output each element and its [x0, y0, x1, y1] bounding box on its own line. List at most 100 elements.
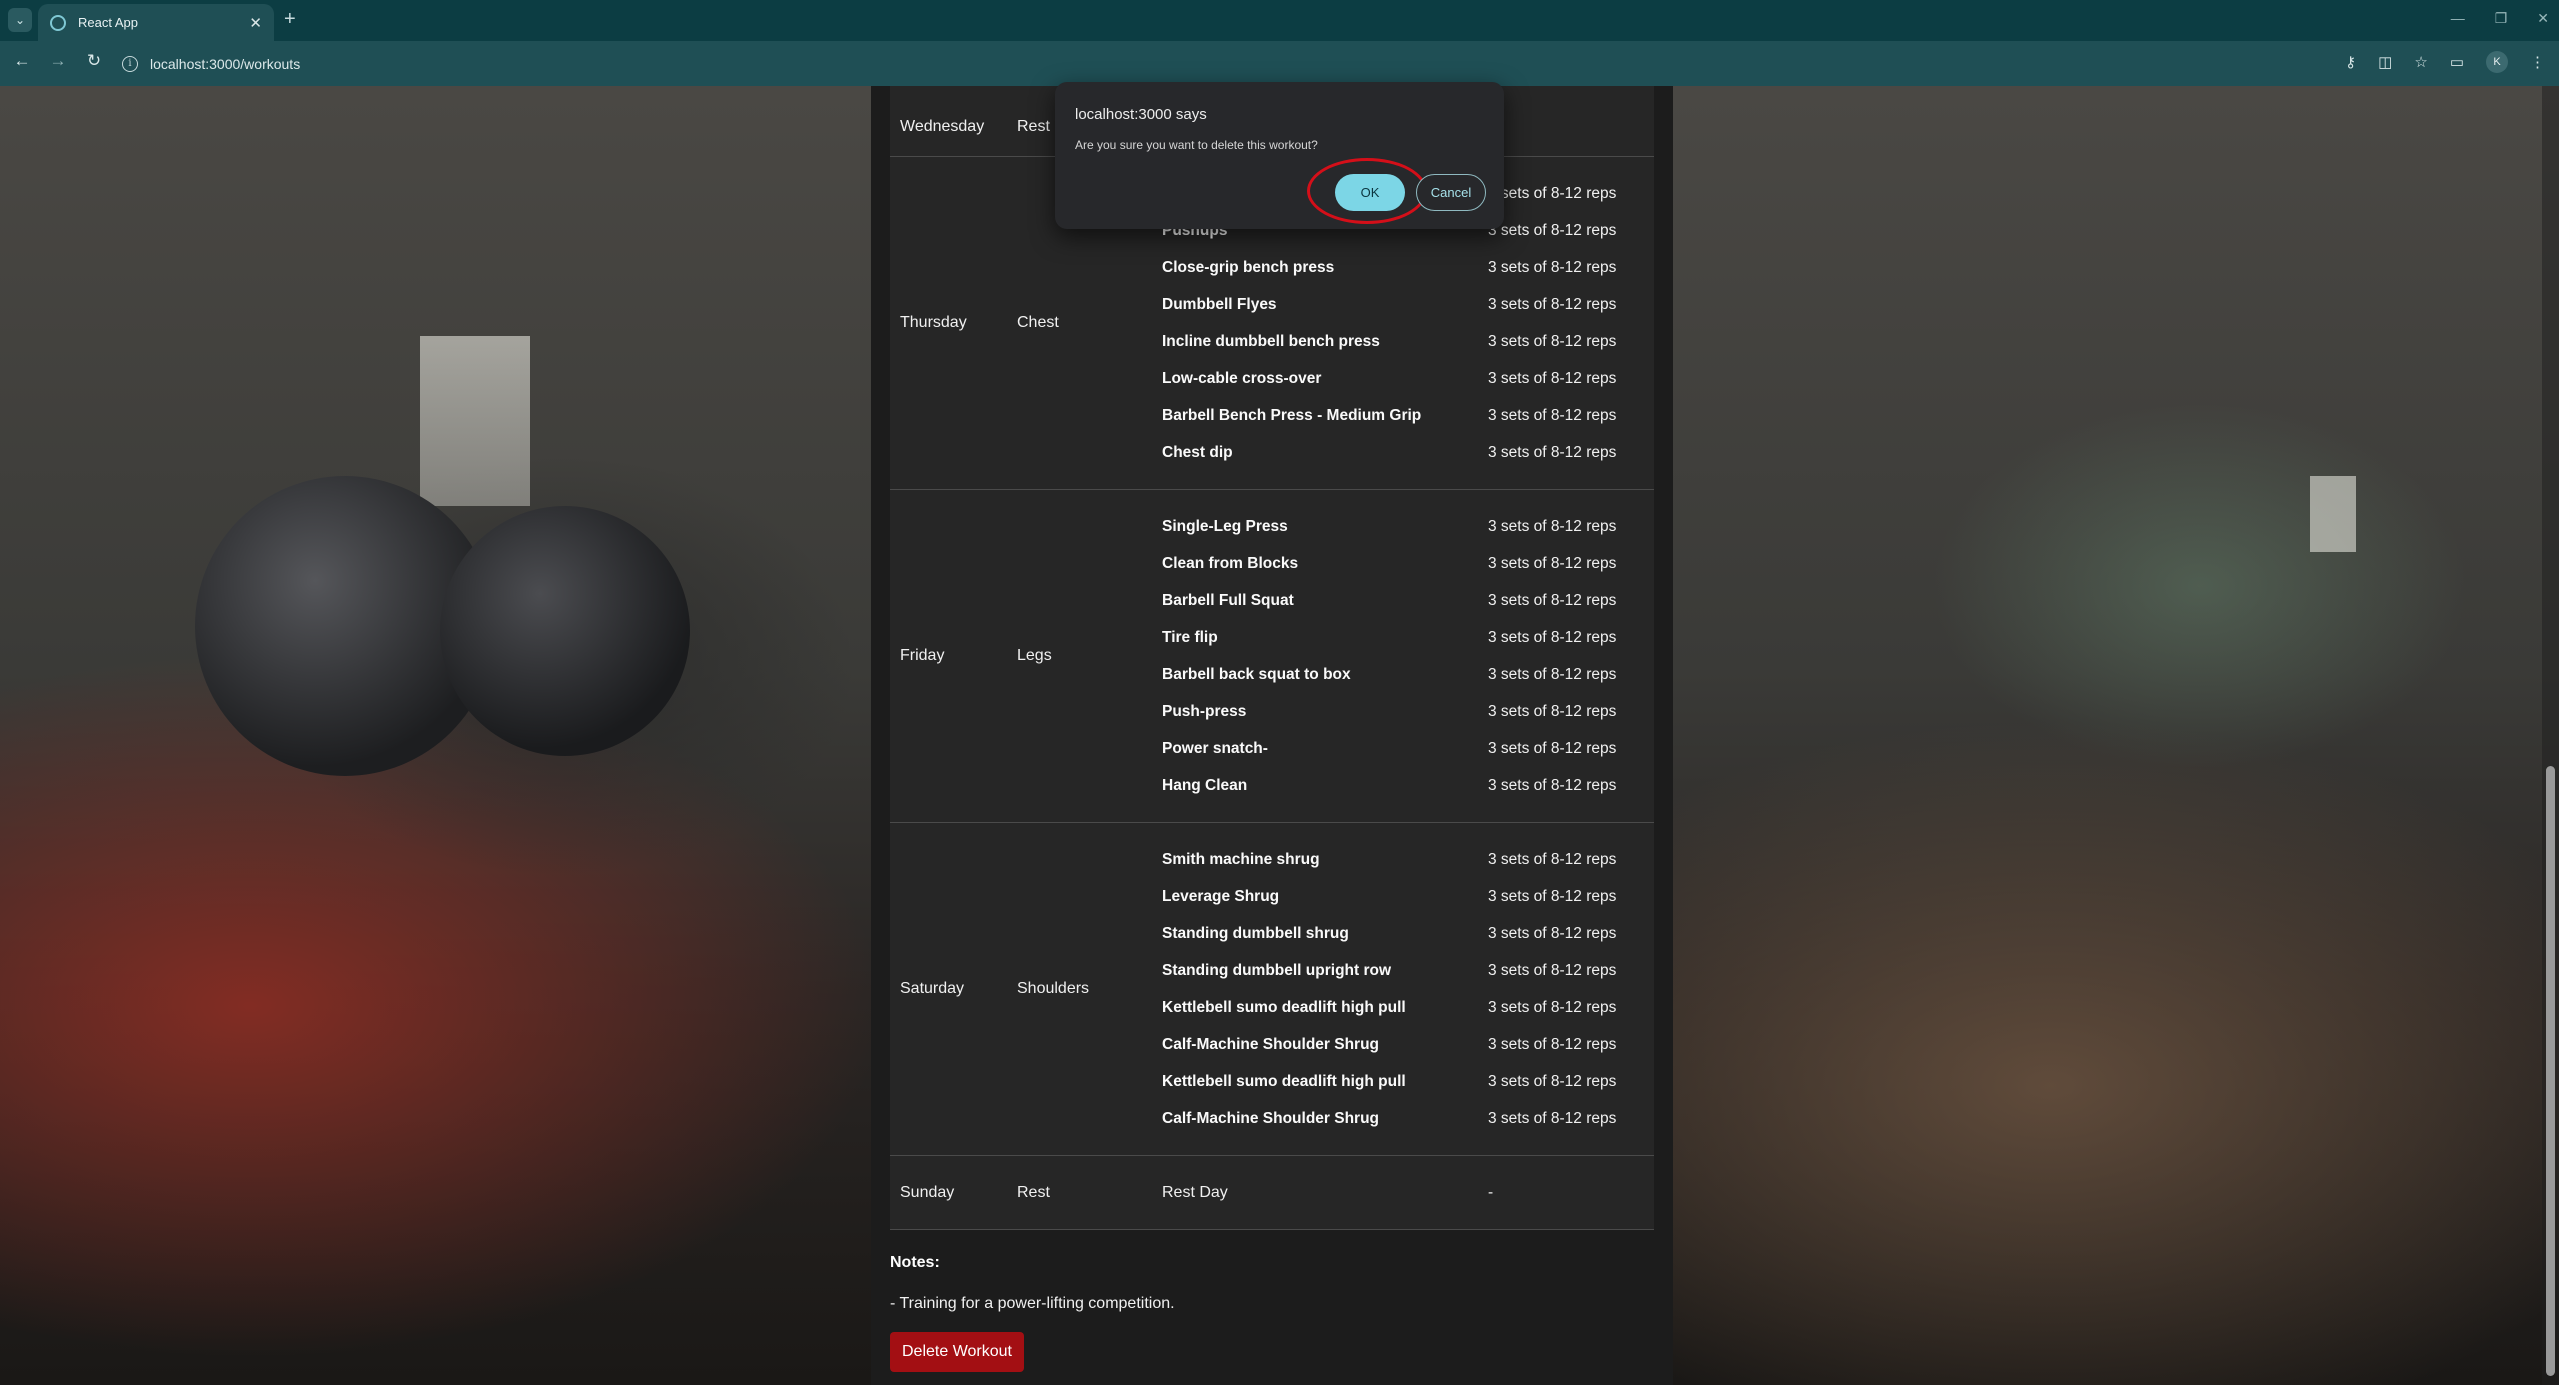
exercise-item: Kettlebell sumo deadlift high pull 3 sets…: [1162, 1063, 1644, 1100]
exercise-item: Smith machine shrug 3 sets of 8-12 reps: [1162, 841, 1644, 878]
day-focus: Chest: [1017, 314, 1059, 331]
toolbar-actions: ⚷ ◫ ☆ ▭ K ⋮: [2345, 51, 2545, 73]
restore-icon[interactable]: ❐: [2495, 10, 2508, 27]
cancel-button[interactable]: Cancel: [1416, 174, 1486, 211]
delete-workout-button[interactable]: Delete Workout: [890, 1332, 1024, 1372]
exercise-name: Hang Clean: [1162, 776, 1248, 794]
exercise-item: Clean from Blocks 3 sets of 8-12 reps: [1162, 545, 1644, 582]
window-controls: — ❐ ✕: [2451, 10, 2549, 27]
exercise-name: Chest dip: [1162, 443, 1233, 461]
exercise-item: Calf-Machine Shoulder Shrug 3 sets of 8-1…: [1162, 1100, 1644, 1137]
background-photo-ball: [440, 506, 690, 756]
exercise-sets: 3 sets of 8-12 reps: [1488, 295, 1617, 313]
exercise-item: Tire flip 3 sets of 8-12 reps: [1162, 619, 1644, 656]
forward-icon[interactable]: →: [46, 51, 70, 71]
ok-button[interactable]: OK: [1335, 174, 1405, 211]
extensions-icon[interactable]: ▭: [2450, 53, 2464, 71]
day-row-friday: Friday Legs Single-Leg Press 3 sets of 8-…: [890, 490, 1654, 823]
exercise-sets: 3 sets of 8-12 reps: [1488, 258, 1617, 276]
page-viewport: Wednesday Rest Thursday Chest 3 sets of …: [0, 86, 2559, 1385]
exercise-sets: 3 sets of 8-12 reps: [1488, 887, 1617, 905]
exercise-sets: 3 sets of 8-12 reps: [1488, 850, 1617, 868]
exercise-item: Barbell Full Squat 3 sets of 8-12 reps: [1162, 582, 1644, 619]
menu-dots-icon[interactable]: ⋮: [2530, 53, 2545, 71]
exercise-name: Incline dumbbell bench press: [1162, 332, 1380, 350]
exercise-sets: 3 sets of 8-12 reps: [1488, 739, 1617, 757]
exercise-sets: 3 sets of 8-12 reps: [1488, 776, 1617, 794]
tab-close-icon[interactable]: ✕: [249, 14, 262, 32]
exercise-sets: 3 sets of 8-12 reps: [1488, 628, 1617, 646]
exercise-sets: 3 sets of 8-12 reps: [1488, 1072, 1617, 1090]
exercise-item: Kettlebell sumo deadlift high pull 3 sets…: [1162, 989, 1644, 1026]
exercise-item: Low-cable cross-over 3 sets of 8-12 reps: [1162, 360, 1644, 397]
new-tab-icon[interactable]: +: [284, 8, 296, 31]
workout-schedule-table: Wednesday Rest Thursday Chest 3 sets of …: [890, 86, 1654, 1230]
exercise-name: Clean from Blocks: [1162, 554, 1299, 572]
profile-avatar[interactable]: K: [2486, 51, 2508, 73]
exercise-name: Low-cable cross-over: [1162, 369, 1322, 387]
exercise-sets: 3 sets of 8-12 reps: [1488, 221, 1617, 239]
exercise-sets: 3 sets of 8-12 reps: [1488, 591, 1617, 609]
exercise-name: Dumbbell Flyes: [1162, 295, 1277, 313]
browser-tab[interactable]: React App ✕: [38, 4, 274, 41]
day-name: Friday: [900, 647, 945, 664]
bookmark-star-icon[interactable]: ☆: [2414, 53, 2427, 71]
day-focus: Rest: [1017, 1183, 1050, 1201]
workout-panel: Wednesday Rest Thursday Chest 3 sets of …: [871, 86, 1673, 1385]
exercise-item: Single-Leg Press 3 sets of 8-12 reps: [1162, 508, 1644, 545]
exercise-sets: 3 sets of 8-12 reps: [1488, 961, 1617, 979]
scrollbar-thumb[interactable]: [2546, 766, 2555, 1376]
exercise-name: Kettlebell sumo deadlift high pull: [1162, 998, 1406, 1016]
exercise-sets: -: [1488, 1183, 1494, 1201]
exercise-name: Close-grip bench press: [1162, 258, 1335, 276]
site-info-icon[interactable]: i: [122, 55, 138, 72]
cast-icon[interactable]: ◫: [2378, 53, 2392, 71]
exercise-sets: 3 sets of 8-12 reps: [1488, 184, 1617, 202]
tab-search-icon[interactable]: ⌄: [8, 8, 32, 32]
reload-icon[interactable]: ↻: [82, 51, 106, 71]
browser-tabbar: ⌄ React App ✕ + — ❐ ✕: [0, 0, 2559, 41]
password-key-icon[interactable]: ⚷: [2345, 53, 2356, 71]
url-text[interactable]: localhost:3000/workouts: [150, 56, 300, 72]
scrollbar-track[interactable]: [2542, 86, 2559, 1385]
notes-text: - Training for a power-lifting competiti…: [890, 1295, 1175, 1312]
exercise-sets: 3 sets of 8-12 reps: [1488, 443, 1617, 461]
close-window-icon[interactable]: ✕: [2537, 10, 2549, 27]
exercise-item: Incline dumbbell bench press 3 sets of 8-…: [1162, 323, 1644, 360]
exercise-item: Standing dumbbell shrug 3 sets of 8-12 re…: [1162, 915, 1644, 952]
day-name: Saturday: [900, 980, 965, 997]
minimize-icon[interactable]: —: [2451, 10, 2465, 27]
day-focus: Shoulders: [1017, 980, 1090, 997]
exercise-name: Leverage Shrug: [1162, 887, 1280, 905]
exercise-sets: 3 sets of 8-12 reps: [1488, 1109, 1617, 1127]
exercise-item: Leverage Shrug 3 sets of 8-12 reps: [1162, 878, 1644, 915]
browser-toolbar: ← → ↻ i localhost:3000/workouts ⚷ ◫ ☆ ▭ …: [0, 41, 2559, 86]
exercise-name: Power snatch-: [1162, 739, 1268, 757]
exercise-name: Kettlebell sumo deadlift high pull: [1162, 1072, 1406, 1090]
address-bar[interactable]: i localhost:3000/workouts: [122, 47, 2302, 80]
exercise-name: Single-Leg Press: [1162, 517, 1288, 535]
exercise-sets: 3 sets of 8-12 reps: [1488, 332, 1617, 350]
dialog-title: localhost:3000 says: [1075, 106, 1207, 123]
dialog-message: Are you sure you want to delete this wor…: [1075, 138, 1318, 152]
exercise-item: Power snatch- 3 sets of 8-12 reps: [1162, 730, 1644, 767]
exercise-list: Smith machine shrug 3 sets of 8-12 reps L…: [1162, 821, 1644, 1157]
back-icon[interactable]: ←: [10, 51, 34, 71]
confirm-dialog: localhost:3000 says Are you sure you wan…: [1055, 82, 1504, 229]
exercise-sets: 3 sets of 8-12 reps: [1488, 665, 1617, 683]
exercise-name: Standing dumbbell shrug: [1162, 924, 1349, 942]
day-name: Wednesday: [900, 118, 985, 135]
day-row-saturday: Saturday Shoulders Smith machine shrug 3 …: [890, 823, 1654, 1156]
exercise-name: Push-press: [1162, 702, 1247, 720]
exercise-name: Tire flip: [1162, 628, 1218, 646]
exercise-sets: 3 sets of 8-12 reps: [1488, 924, 1617, 942]
exercise-item: Close-grip bench press 3 sets of 8-12 rep…: [1162, 249, 1644, 286]
exercise-item: Barbell back squat to box 3 sets of 8-12 …: [1162, 656, 1644, 693]
exercise-name: Standing dumbbell upright row: [1162, 961, 1392, 979]
exercise-item: Standing dumbbell upright row 3 sets of 8…: [1162, 952, 1644, 989]
exercise-item: Barbell Bench Press - Medium Grip 3 sets …: [1162, 397, 1644, 434]
exercise-sets: 3 sets of 8-12 reps: [1488, 998, 1617, 1016]
exercise-name: Rest Day: [1162, 1183, 1228, 1201]
exercise-item: Calf-Machine Shoulder Shrug 3 sets of 8-1…: [1162, 1026, 1644, 1063]
exercise-sets: 3 sets of 8-12 reps: [1488, 517, 1617, 535]
